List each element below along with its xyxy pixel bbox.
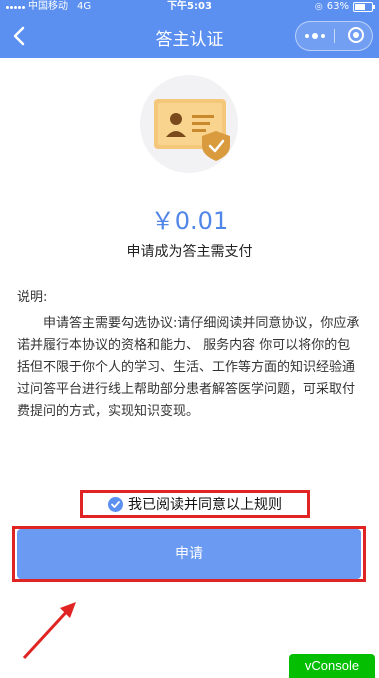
payment-note: 申请成为答主需支付 <box>126 244 253 260</box>
capsule-divider <box>334 29 335 43</box>
vconsole-button[interactable]: vConsole <box>289 654 375 678</box>
checkbox-checked-icon[interactable] <box>108 496 123 512</box>
close-miniprogram-button[interactable] <box>348 27 364 43</box>
more-dots-icon <box>305 34 309 38</box>
status-right: ◎ 63% <box>314 0 375 14</box>
agreement-checkbox-row[interactable]: 我已阅读并同意以上规则 <box>80 490 310 518</box>
description-text: 申请答主需要勾选协议:请仔细阅读并同意协议，你应承诺并履行本协议的资格和能力、 … <box>17 316 360 419</box>
apply-button[interactable]: 申请 <box>17 529 361 579</box>
more-dots-icon <box>312 33 318 39</box>
description-label: 说明: <box>17 290 48 305</box>
more-dots-icon <box>321 34 325 38</box>
price-amount: ￥0.01 <box>150 207 229 235</box>
alarm-icon: ◎ <box>314 2 323 12</box>
miniprogram-capsule <box>295 21 373 51</box>
status-bar: 中国移动 4G 下午5:03 ◎ 63% <box>0 0 379 14</box>
battery-icon <box>353 2 375 12</box>
id-card-shield-icon <box>154 99 230 161</box>
certification-icon <box>140 75 238 173</box>
more-button[interactable] <box>296 22 334 50</box>
annotation-arrow-icon <box>22 602 76 660</box>
agreement-label: 我已阅读并同意以上规则 <box>128 497 282 513</box>
navigation-bar: 答主认证 <box>0 14 379 58</box>
battery-percent: 63% <box>326 1 349 12</box>
